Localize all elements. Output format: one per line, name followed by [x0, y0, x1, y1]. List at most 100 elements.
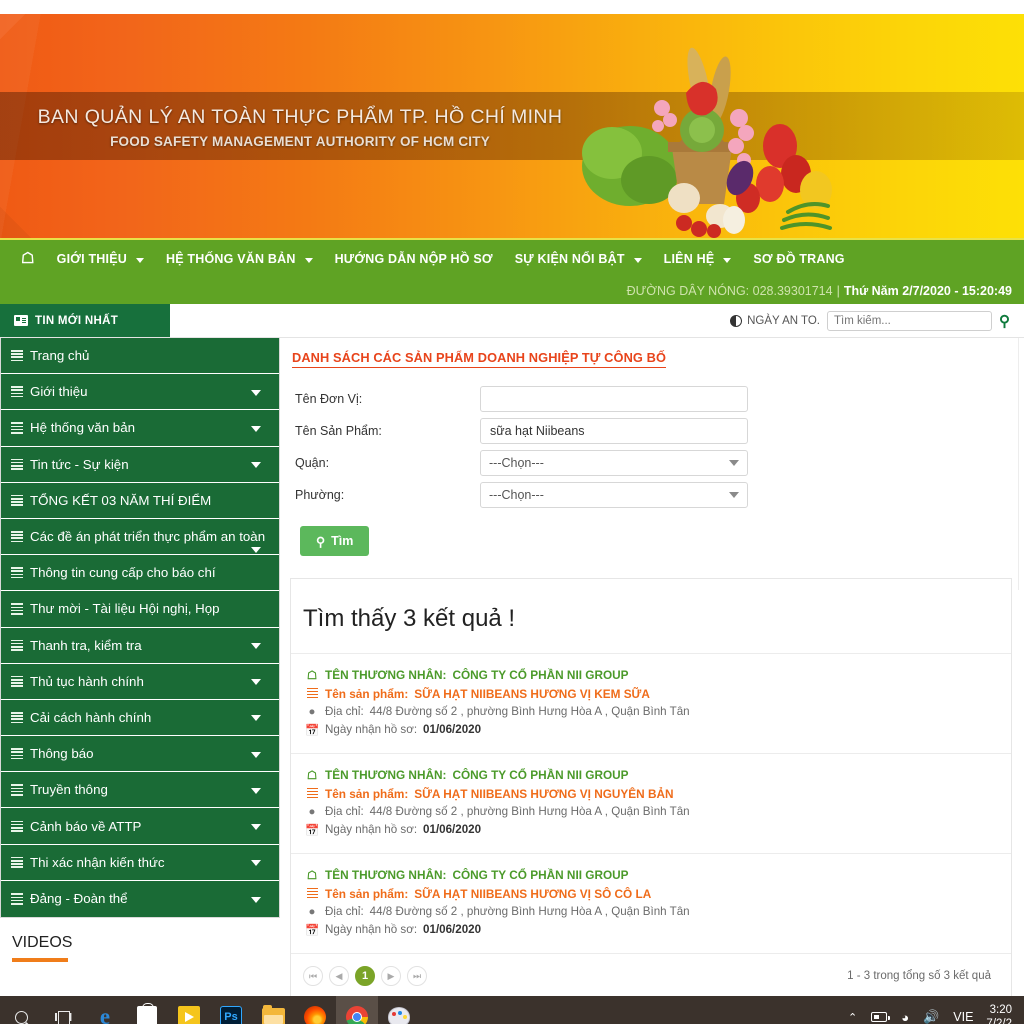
clock-date: 7/2/2: [986, 1018, 1012, 1024]
nav-item-he-thong-van-ban[interactable]: HỆ THỐNG VĂN BẢN: [155, 239, 324, 279]
merchant-name: CÔNG TY CỔ PHẦN NII GROUP: [452, 768, 629, 782]
ward-select[interactable]: ---Chọn---: [480, 482, 748, 508]
content-inner: DANH SÁCH CÁC SẢN PHẨM DOANH NGHIỆP TỰ C…: [280, 338, 1024, 999]
sidebar-item-thu-moi[interactable]: Thư mời - Tài liệu Hội nghị, Họp: [1, 591, 279, 628]
sidebar-item-cac-de-an[interactable]: Các đề án phát triển thực phẩm an toàn: [1, 518, 279, 556]
taskbar-search-button[interactable]: [0, 996, 42, 1024]
sidebar-item-cai-cach-hanh-chinh[interactable]: Cải cách hành chính: [1, 699, 279, 737]
sub-bar: TIN MỚI NHẤT NGÀY AN TO. ⚲: [0, 304, 1024, 338]
language-label: VIE: [953, 1010, 974, 1024]
list-icon: [11, 494, 23, 507]
pagination-first-button[interactable]: ⏮: [303, 966, 323, 986]
pagination-prev-button[interactable]: ◀: [329, 966, 349, 986]
calendar-icon: 📅: [305, 824, 320, 837]
district-select[interactable]: ---Chọn---: [480, 450, 748, 476]
merchant-name: CÔNG TY CỔ PHẦN NII GROUP: [452, 868, 629, 882]
chevron-up-icon: ⌃: [848, 1011, 858, 1024]
accessibility-toggle[interactable]: NGÀY AN TO.: [730, 314, 820, 327]
banner-title-block: BAN QUẢN LÝ AN TOÀN THỰC PHẨM TP. HỒ CHÍ…: [0, 106, 600, 149]
nav-home[interactable]: ☖: [10, 239, 46, 279]
nav-item-lien-he[interactable]: LIÊN HỆ: [653, 239, 743, 279]
wifi-icon: ◕: [901, 1009, 910, 1024]
list-icon: [11, 711, 23, 724]
nav-item-huong-dan-nop-ho-so[interactable]: HƯỚNG DẪN NỘP HỒ SƠ: [324, 239, 504, 279]
nav-label: HỆ THỐNG VĂN BẢN: [165, 252, 296, 266]
tray-battery-button[interactable]: [864, 1012, 894, 1022]
chevron-down-icon: [729, 460, 739, 466]
list-icon: [11, 531, 23, 543]
product-label: Tên sản phẩm:: [325, 686, 409, 701]
nav-item-gioi-thieu[interactable]: GIỚI THIỆU: [46, 239, 155, 279]
file-explorer-icon: [261, 1005, 285, 1024]
battery-icon: [871, 1012, 891, 1022]
chevron-down-icon: [251, 896, 261, 903]
chrome-icon: [346, 1006, 368, 1024]
sidebar-item-label: TỔNG KẾT 03 NĂM THÍ ĐIỂM: [30, 492, 212, 508]
product-name: SỮA HẠT NIIBEANS HƯƠNG VỊ SÔ CÔ LA: [414, 886, 652, 901]
search-submit-button[interactable]: ⚲ Tìm: [300, 526, 370, 556]
result-item[interactable]: ☖ TÊN THƯƠNG NHÂN: CÔNG TY CỔ PHẦN NII G…: [291, 854, 1011, 954]
newspaper-icon: [14, 315, 28, 326]
sidebar-item-thu-tuc-hanh-chinh[interactable]: Thủ tục hành chính: [1, 663, 279, 700]
nav-item-su-kien-noi-bat[interactable]: SỰ KIỆN NỔI BẬT: [504, 239, 653, 279]
form-row-ward: Phường: ---Chọn---: [290, 482, 1016, 508]
sidebar-item-thanh-tra[interactable]: Thanh tra, kiểm tra: [1, 627, 279, 664]
windows-taskbar: e Ps ⌃ ◕ 🔊 VIE 3:20 7/2/2: [0, 996, 1024, 1024]
product-label: Tên sản phẩm:: [325, 786, 409, 801]
form-row-unit: Tên Đơn Vị:: [290, 386, 1016, 412]
taskbar-edge-button[interactable]: e: [84, 996, 126, 1024]
site-search-input[interactable]: [827, 310, 992, 331]
tray-network-button[interactable]: ◕: [894, 1010, 916, 1024]
unit-label: Tên Đơn Vị:: [295, 392, 363, 406]
taskbar-file-explorer-button[interactable]: [252, 996, 294, 1024]
sidebar-item-trang-chu[interactable]: Trang chủ: [1, 338, 279, 375]
page-title: DANH SÁCH CÁC SẢN PHẨM DOANH NGHIỆP TỰ C…: [292, 350, 667, 368]
taskbar-firefox-button[interactable]: [294, 996, 336, 1024]
search-button-label: Tìm: [331, 534, 354, 548]
sidebar-item-tong-ket-03-nam[interactable]: TỔNG KẾT 03 NĂM THÍ ĐIỂM: [1, 482, 279, 519]
sidebar-item-thong-bao[interactable]: Thông báo: [1, 736, 279, 773]
product-name-input[interactable]: [480, 418, 748, 444]
sidebar-item-truyen-thong[interactable]: Truyền thông: [1, 772, 279, 809]
tab-tin-moi-nhat[interactable]: TIN MỚI NHẤT: [0, 304, 170, 337]
sidebar-item-label: Thi xác nhận kiến thức: [30, 854, 165, 870]
pagination-page-1[interactable]: 1: [355, 966, 375, 986]
sidebar-item-he-thong-van-ban[interactable]: Hệ thống văn bản: [1, 410, 279, 447]
taskbar-tray: ⌃ ◕ 🔊 VIE 3:20 7/2/2: [841, 996, 1024, 1024]
sidebar-item-label: Thủ tục hành chính: [30, 673, 144, 689]
taskbar-photoshop-button[interactable]: Ps: [210, 996, 252, 1024]
sidebar-item-label: Giới thiệu: [30, 384, 88, 400]
pagination-next-button[interactable]: ▶: [381, 966, 401, 986]
sidebar-item-label: Thông báo: [30, 746, 94, 762]
hotline-number: ĐƯỜNG DÂY NÓNG: 028.39301714: [626, 284, 833, 298]
taskbar-task-view-button[interactable]: [42, 996, 84, 1024]
sidebar-item-canh-bao-attp[interactable]: Cảnh báo về ATTP: [1, 808, 279, 845]
taskbar-maps-button[interactable]: [168, 996, 210, 1024]
sidebar-item-label: Thông tin cung cấp cho báo chí: [30, 565, 216, 581]
sidebar-item-label: Cải cách hành chính: [30, 709, 152, 725]
tray-expand-button[interactable]: ⌃: [841, 1011, 864, 1024]
sidebar-item-tin-tuc-su-kien[interactable]: Tin tức - Sự kiện: [1, 446, 279, 483]
chevron-down-icon: [729, 492, 739, 498]
sidebar-item-thong-tin-bao-chi[interactable]: Thông tin cung cấp cho báo chí: [1, 555, 279, 592]
sidebar-item-gioi-thieu[interactable]: Giới thiệu: [1, 374, 279, 411]
sidebar-item-dang-doan-the[interactable]: Đảng - Đoàn thể: [1, 880, 279, 917]
firefox-icon: [304, 1006, 326, 1024]
list-icon: [11, 675, 23, 687]
videos-section: VIDEOS: [0, 918, 280, 962]
nav-item-so-do-trang[interactable]: SƠ ĐỒ TRANG: [742, 239, 855, 279]
unit-name-input[interactable]: [480, 386, 748, 412]
taskbar-chrome-button[interactable]: [336, 996, 378, 1024]
search-icon[interactable]: ⚲: [999, 312, 1010, 330]
taskbar-paint-button[interactable]: [378, 996, 420, 1024]
pagination: ⏮ ◀ 1 ▶ ⏭ 1 - 3 trong tổng số 3 kết quả: [291, 954, 1011, 998]
list-icon: [11, 386, 23, 398]
result-item[interactable]: ☖ TÊN THƯƠNG NHÂN: CÔNG TY CỔ PHẦN NII G…: [291, 754, 1011, 854]
taskbar-clock[interactable]: 3:20 7/2/2: [980, 1003, 1018, 1024]
sidebar-item-thi-xac-nhan-kien-thuc[interactable]: Thi xác nhận kiến thức: [1, 844, 279, 881]
result-item[interactable]: ☖ TÊN THƯƠNG NHÂN: CÔNG TY CỔ PHẦN NII G…: [291, 654, 1011, 754]
taskbar-store-button[interactable]: [126, 996, 168, 1024]
tray-language-button[interactable]: VIE: [946, 1010, 980, 1024]
pagination-last-button[interactable]: ⏭: [407, 966, 427, 986]
tray-volume-button[interactable]: 🔊: [916, 1009, 946, 1024]
